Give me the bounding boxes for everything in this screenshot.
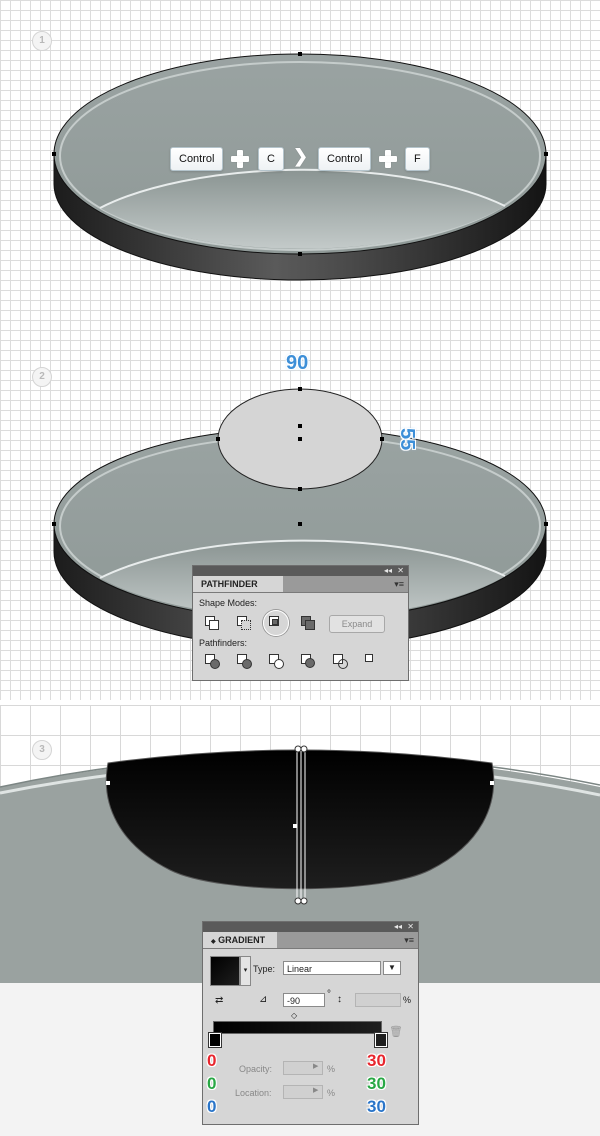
plus-icon (231, 150, 249, 168)
canvas-zoomed: 3 ◂◂ ✕ ◆ GRADIENT ▾≡ ▾ Type: Linear ▼ ⇄ … (0, 705, 600, 1136)
gradient-panel-topbar[interactable]: ◂◂ ✕ (203, 922, 418, 932)
rgb-left-r: 0 (207, 1051, 217, 1070)
minus-front-icon[interactable] (237, 616, 253, 632)
dimension-width-label: 90 (286, 352, 309, 374)
key-f: F (405, 147, 430, 171)
key-c: C (258, 147, 284, 171)
opacity-arrow-icon[interactable]: ▶ (313, 1062, 318, 1070)
exclude-icon[interactable] (301, 616, 317, 632)
step-badge-3: 3 (32, 740, 52, 760)
degree-symbol: ° (327, 989, 331, 1000)
pathfinder-panel[interactable]: ◂◂ ✕ PATHFINDER ▾≡ Shape Modes: Expand P… (192, 565, 409, 681)
gradient-tab-label: GRADIENT (218, 935, 266, 945)
opacity-label: Opacity: (239, 1064, 273, 1074)
rgb-left-g: 0 (207, 1074, 217, 1093)
location-label: Location: (235, 1088, 272, 1098)
close-icon[interactable]: ✕ (397, 566, 404, 576)
collapse-icon[interactable]: ◂◂ (384, 566, 392, 576)
color-stop-right[interactable] (375, 1033, 387, 1047)
intersect-icon[interactable] (269, 616, 285, 632)
swatch-dropdown-icon[interactable]: ▾ (240, 956, 251, 986)
panel-menu-icon[interactable]: ▾≡ (394, 576, 404, 592)
pathfinders-label: Pathfinders: (199, 638, 248, 648)
canvas-grid-top: 1 2 Control C ❯ Control F 90 55 ◂◂ ✕ PAT… (0, 0, 600, 700)
merge-icon[interactable] (269, 654, 285, 670)
aspect-ratio-input[interactable] (355, 993, 401, 1007)
angle-icon: ⊿ (259, 994, 268, 1005)
key-control: Control (170, 147, 224, 171)
step-badge-1: 1 (32, 31, 52, 51)
reverse-gradient-icon[interactable]: ⇄ (215, 994, 233, 1008)
type-label: Type: (253, 964, 276, 974)
panel-topbar[interactable]: ◂◂ ✕ (193, 566, 408, 576)
outline-icon[interactable] (333, 654, 349, 670)
tab-gradient[interactable]: ◆ GRADIENT (203, 932, 277, 948)
gradient-panel[interactable]: ◂◂ ✕ ◆ GRADIENT ▾≡ ▾ Type: Linear ▼ ⇄ ⊿ … (202, 921, 419, 1125)
minus-back-icon[interactable] (365, 654, 381, 670)
delete-stop-icon[interactable]: 🗑 (389, 1025, 403, 1038)
location-arrow-icon[interactable]: ▶ (313, 1086, 318, 1094)
plus-icon-2 (379, 150, 397, 168)
rgb-right-b: 30 (367, 1097, 386, 1116)
location-percent: % (327, 1088, 336, 1098)
rgb-right-g: 30 (367, 1074, 386, 1093)
gradient-close-icon[interactable]: ✕ (407, 922, 414, 932)
tab-pathfinder[interactable]: PATHFINDER (193, 576, 283, 592)
rgb-left-b: 0 (207, 1097, 217, 1116)
rgb-right-r: 30 (367, 1051, 386, 1070)
shape-modes-label: Shape Modes: (199, 598, 258, 608)
trim-icon[interactable] (237, 654, 253, 670)
step-badge-2: 2 (32, 367, 52, 387)
aspect-ratio-icon: ↕ (337, 994, 342, 1005)
crop-icon[interactable] (301, 654, 317, 670)
angle-input[interactable]: -90 (283, 993, 325, 1007)
dimension-height-label: 55 (396, 428, 418, 451)
gradient-collapse-icon[interactable]: ◂◂ (394, 922, 402, 932)
unite-icon[interactable] (205, 616, 221, 632)
opacity-percent: % (327, 1064, 336, 1074)
aspect-percent: % (403, 995, 412, 1005)
midpoint-diamond-icon[interactable]: ◇ (291, 1011, 297, 1020)
tab-arrow-icon: ◆ (211, 939, 216, 945)
type-dropdown-icon[interactable]: ▼ (383, 961, 401, 975)
color-stop-left[interactable] (209, 1033, 221, 1047)
key-control-2: Control (318, 147, 372, 171)
gradient-swatch[interactable] (210, 956, 240, 986)
gradient-panel-menu-icon[interactable]: ▾≡ (404, 932, 414, 948)
expand-button[interactable]: Expand (329, 615, 385, 633)
type-select[interactable]: Linear (283, 961, 381, 975)
gradient-slider[interactable] (213, 1021, 382, 1034)
divide-icon[interactable] (205, 654, 221, 670)
chevron-right-icon: ❯ (293, 146, 309, 166)
